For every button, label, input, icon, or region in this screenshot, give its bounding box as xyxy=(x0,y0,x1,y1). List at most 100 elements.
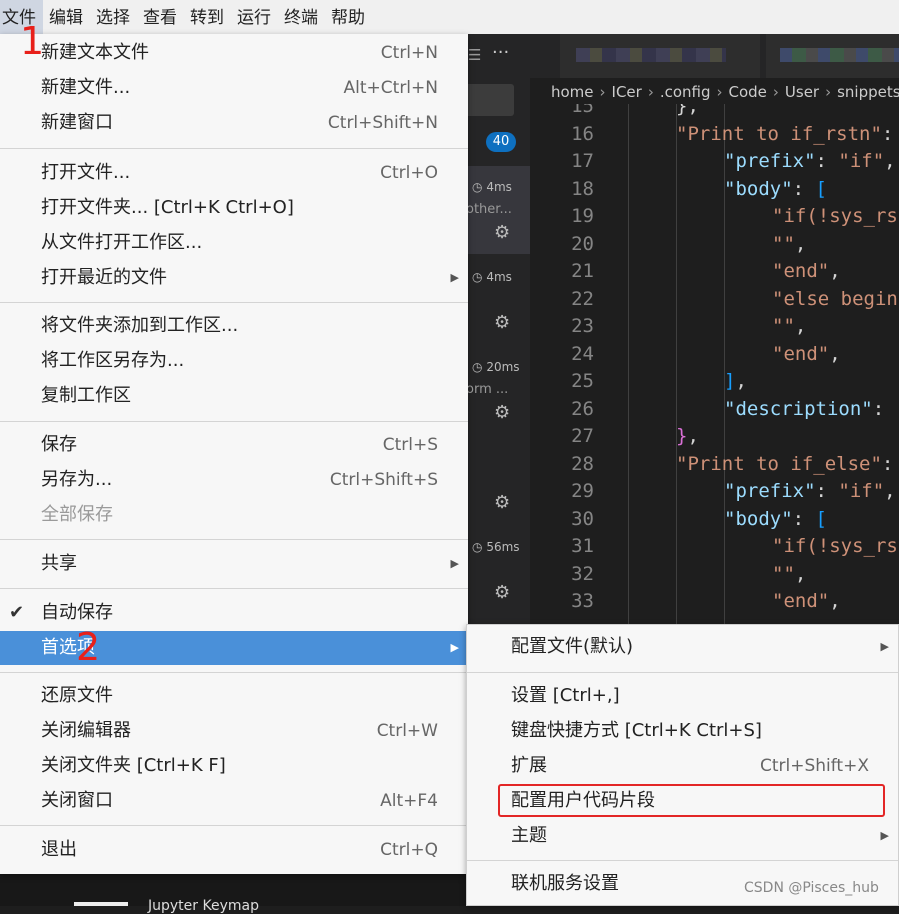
code-line: 22 "else begin xyxy=(530,288,899,315)
menubar-selection[interactable]: 选择 xyxy=(90,0,137,34)
menu-item-label: 关闭编辑器 xyxy=(41,720,131,741)
menubar-run[interactable]: 运行 xyxy=(231,0,278,34)
extension-item[interactable]: ◷ 56ms ⚙ xyxy=(468,526,530,614)
menu-item-label: 全部保存 xyxy=(41,504,113,525)
menu-item-label: 设置 [Ctrl+,] xyxy=(511,685,620,706)
code-line: 19 "if(!sys_rs xyxy=(530,205,899,232)
menu-item-close-folder[interactable]: 关闭文件夹 [Ctrl+K F] xyxy=(0,749,468,783)
menu-item-extensions[interactable]: 扩展 Ctrl+Shift+X xyxy=(467,749,898,783)
filter-icon[interactable]: ☰ xyxy=(468,46,481,64)
menu-item-auto-save[interactable]: ✔ 自动保存 xyxy=(0,596,468,630)
code-token: , xyxy=(829,590,841,612)
menu-item-open-workspace[interactable]: 从文件打开工作区... xyxy=(0,226,468,260)
gear-icon[interactable]: ⚙ xyxy=(494,492,510,513)
menu-item-label: 联机服务设置 xyxy=(511,873,619,894)
menu-item-open-recent[interactable]: 打开最近的文件 ▶ xyxy=(0,261,468,295)
extension-item[interactable]: ◷ 20ms orm ... ⚙ xyxy=(466,346,530,434)
code-token: , xyxy=(687,425,699,447)
menu-item-close-window[interactable]: 关闭窗口 Alt+F4 xyxy=(0,784,468,818)
menu-item-shortcut: Ctrl+N xyxy=(380,43,438,63)
menubar-edit[interactable]: 编辑 xyxy=(43,0,90,34)
menu-item-settings[interactable]: 设置 [Ctrl+,] xyxy=(467,679,898,713)
menubar-terminal[interactable]: 终端 xyxy=(278,0,325,34)
extension-item[interactable]: ⚙ xyxy=(468,436,530,524)
code-token: "if" xyxy=(838,150,885,172)
code-text: "end", xyxy=(772,260,841,282)
code-token: "end" xyxy=(772,260,830,282)
code-text: "end", xyxy=(772,590,841,612)
gear-icon[interactable]: ⚙ xyxy=(494,582,510,603)
menu-item-label: 将工作区另存为... xyxy=(41,350,185,371)
menu-separator xyxy=(0,302,468,303)
menu-item-share[interactable]: 共享 ▶ xyxy=(0,547,468,581)
menu-item-label: 新建文件... xyxy=(41,77,131,98)
activation-time: 4ms xyxy=(486,180,512,194)
code-text: "", xyxy=(772,315,806,337)
menubar-help[interactable]: 帮助 xyxy=(325,0,372,34)
gear-icon[interactable]: ⚙ xyxy=(494,402,510,423)
code-token: "if(!sys_rs xyxy=(772,535,898,557)
gear-icon[interactable]: ⚙ xyxy=(494,222,510,243)
menu-item-open-folder[interactable]: 打开文件夹... [Ctrl+K Ctrl+O] xyxy=(0,191,468,225)
more-actions-icon[interactable]: ··· xyxy=(492,42,509,63)
menubar-go[interactable]: 转到 xyxy=(184,0,231,34)
code-text: }, xyxy=(676,104,699,117)
code-token: "prefix" xyxy=(724,150,816,172)
breadcrumb-item[interactable]: Code xyxy=(729,83,767,101)
menu-item-preferences[interactable]: 首选项 ▶ xyxy=(0,631,468,665)
code-token: : xyxy=(792,507,816,530)
clock-icon: ◷ xyxy=(472,180,483,194)
menu-item-label: 打开文件... xyxy=(41,162,131,183)
menu-item-save-all: 全部保存 xyxy=(0,498,468,532)
menu-item-label: 打开文件夹... [Ctrl+K Ctrl+O] xyxy=(41,197,294,218)
code-line: 28 "Print to if_else": xyxy=(530,453,899,480)
menu-item-save-as[interactable]: 另存为... Ctrl+Shift+S xyxy=(0,463,468,497)
code-token: : xyxy=(872,397,896,420)
menubar-view[interactable]: 查看 xyxy=(137,0,184,34)
code-token: : xyxy=(881,452,894,475)
code-line: 23 "", xyxy=(530,315,899,342)
code-editor[interactable]: 15}, 16 "Print to if_rstn": 17 "prefix": "if… xyxy=(530,104,899,624)
breadcrumb-item[interactable]: ICer xyxy=(612,83,642,101)
breadcrumb: home › ICer › .config › Code › User › snippets xyxy=(530,78,899,104)
code-token: "" xyxy=(772,232,795,255)
menu-item-revert-file[interactable]: 还原文件 xyxy=(0,679,468,713)
menu-item-new-window[interactable]: 新建窗口 Ctrl+Shift+N xyxy=(0,106,468,140)
extension-item[interactable]: ◷ 4ms ⚙ xyxy=(468,256,530,344)
code-token: , xyxy=(829,260,841,282)
chevron-right-icon: › xyxy=(772,83,779,101)
menu-separator xyxy=(0,672,468,673)
menu-separator xyxy=(0,539,468,540)
breadcrumb-item[interactable]: User xyxy=(785,83,819,101)
menu-item-close-editor[interactable]: 关闭编辑器 Ctrl+W xyxy=(0,714,468,748)
menu-item-new-text-file[interactable]: 新建文本文件 Ctrl+N xyxy=(0,36,468,70)
code-token: : xyxy=(815,480,839,502)
menu-item-duplicate-workspace[interactable]: 复制工作区 xyxy=(0,379,468,413)
menu-item-label: 退出 xyxy=(41,839,77,860)
menu-item-add-folder[interactable]: 将文件夹添加到工作区... xyxy=(0,309,468,343)
editor-tab[interactable] xyxy=(766,34,899,78)
installed-count-badge: 40 xyxy=(486,132,516,152)
submenu-arrow-icon: ▶ xyxy=(450,557,459,570)
checkmark-icon: ✔ xyxy=(9,602,25,623)
menu-item-theme[interactable]: 主题 ▶ xyxy=(467,819,898,853)
menu-item-save[interactable]: 保存 Ctrl+S xyxy=(0,428,468,462)
line-number: 26 xyxy=(571,397,594,420)
extension-item[interactable]: ◷ 4ms other... ⚙ xyxy=(466,166,530,254)
menu-item-save-workspace-as[interactable]: 将工作区另存为... xyxy=(0,344,468,378)
breadcrumb-item[interactable]: home xyxy=(551,83,594,101)
gear-icon[interactable]: ⚙ xyxy=(494,312,510,333)
menu-item-profile[interactable]: 配置文件(默认) ▶ xyxy=(467,630,898,664)
menu-item-keyboard-shortcuts[interactable]: 键盘快捷方式 [Ctrl+K Ctrl+S] xyxy=(467,714,898,748)
code-token: "description" xyxy=(724,397,873,420)
menu-item-open-file[interactable]: 打开文件... Ctrl+O xyxy=(0,156,468,190)
menu-item-new-file[interactable]: 新建文件... Alt+Ctrl+N xyxy=(0,71,468,105)
breadcrumb-item[interactable]: snippets xyxy=(837,83,899,101)
code-token: "" xyxy=(772,562,795,585)
menu-item-exit[interactable]: 退出 Ctrl+Q xyxy=(0,833,468,867)
line-number: 21 xyxy=(571,260,594,282)
code-text: }, xyxy=(676,425,699,447)
editor-tab[interactable] xyxy=(560,34,760,78)
code-text: "prefix": "if", xyxy=(724,480,896,502)
breadcrumb-item[interactable]: .config xyxy=(660,83,711,101)
